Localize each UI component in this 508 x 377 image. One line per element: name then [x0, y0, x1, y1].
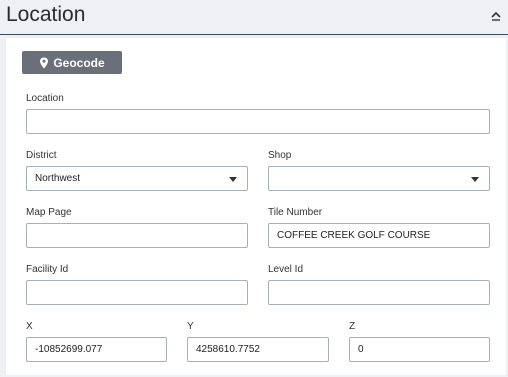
tile-number-label: Tile Number	[268, 207, 323, 218]
district-label: District	[26, 150, 57, 161]
location-label: Location	[26, 93, 64, 104]
map-pin-icon	[39, 57, 49, 69]
facility-id-input[interactable]	[26, 280, 248, 305]
chevron-down-icon	[229, 177, 237, 182]
y-label: Y	[187, 321, 194, 332]
shop-select[interactable]	[268, 166, 490, 191]
district-select[interactable]: Northwest	[26, 166, 248, 191]
shop-label: Shop	[268, 150, 292, 161]
tile-number-input[interactable]: COFFEE CREEK GOLF COURSE	[268, 223, 490, 248]
y-input[interactable]: 4258610.7752	[187, 337, 329, 362]
chevron-down-icon	[471, 177, 479, 182]
chevron-up-icon[interactable]	[490, 9, 502, 23]
location-input[interactable]	[26, 109, 490, 134]
level-id-input[interactable]	[268, 280, 490, 305]
x-input[interactable]: -10852699.077	[26, 337, 167, 362]
section-header: Location	[0, 0, 508, 35]
map-page-label: Map Page	[26, 207, 72, 218]
z-label: Z	[349, 321, 356, 332]
facility-id-label: Facility Id	[26, 264, 69, 275]
geocode-button-label: Geocode	[53, 55, 105, 70]
district-select-value: Northwest	[35, 173, 81, 184]
section-title: Location	[6, 3, 86, 26]
map-page-input[interactable]	[26, 223, 248, 248]
x-label: X	[26, 321, 33, 332]
level-id-label: Level Id	[268, 264, 304, 275]
geocode-button[interactable]: Geocode	[22, 51, 122, 74]
location-panel: Geocode Location District Northwest Shop…	[6, 38, 506, 375]
z-input[interactable]: 0	[349, 337, 490, 362]
